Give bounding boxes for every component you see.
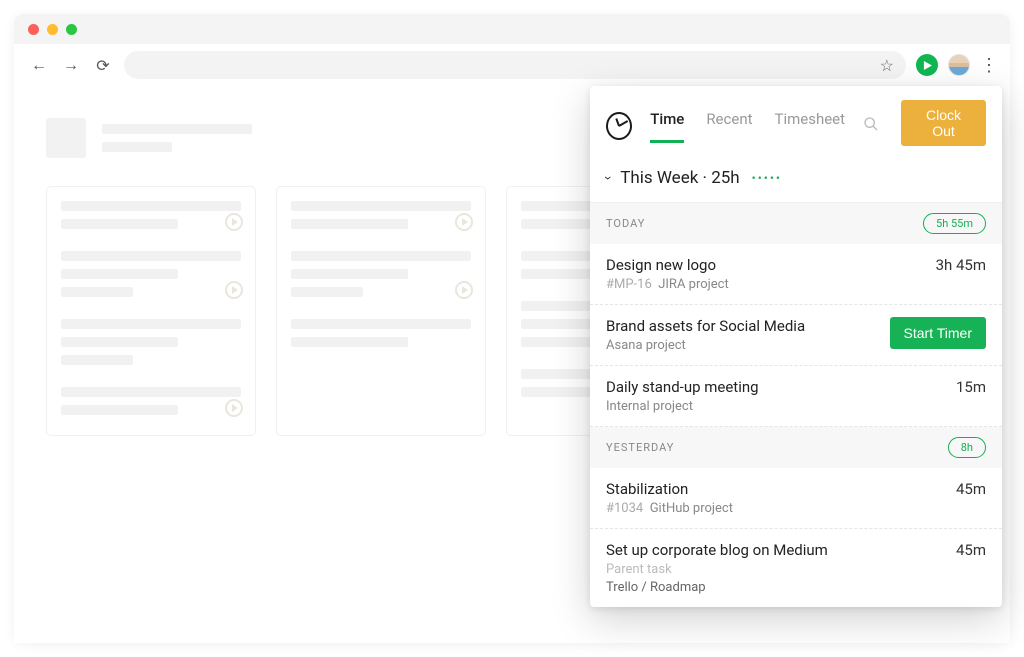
back-icon[interactable]: ← [28, 54, 50, 76]
chevron-down-icon[interactable]: › [600, 176, 616, 180]
entry-title: Stabilization [606, 480, 733, 498]
search-icon[interactable] [863, 116, 879, 136]
reload-icon[interactable]: ⟳ [92, 54, 114, 76]
time-entry[interactable]: Daily stand-up meeting Internal project … [590, 366, 1002, 427]
entry-title: Brand assets for Social Media [606, 317, 805, 335]
extension-play-button[interactable] [916, 54, 938, 76]
window-zoom-dot[interactable] [66, 24, 77, 35]
week-summary-row[interactable]: › This Week · 25h ••••• [590, 152, 1002, 203]
panel-tabs: Time Recent Timesheet [650, 110, 845, 143]
browser-menu-icon[interactable]: ⋮ [980, 55, 996, 76]
time-entry[interactable]: Brand assets for Social Media Asana proj… [590, 305, 1002, 366]
window-close-dot[interactable] [28, 24, 39, 35]
entry-subtitle: Internal project [606, 399, 759, 414]
week-progress-dots: ••••• [752, 171, 782, 185]
yesterday-total-pill: 8h [948, 437, 986, 458]
app-logo-icon [606, 112, 632, 140]
entry-duration: 45m [956, 541, 986, 559]
entry-parent: Parent task [606, 562, 828, 577]
forward-icon[interactable]: → [60, 54, 82, 76]
window-minimize-dot[interactable] [47, 24, 58, 35]
time-entry[interactable]: Stabilization #1034 GitHub project 45m [590, 468, 1002, 529]
entry-subtitle: Asana project [606, 338, 805, 353]
panel-header: Time Recent Timesheet Clock Out [590, 86, 1002, 152]
section-header-yesterday: YESTERDAY 8h [590, 427, 1002, 468]
entry-title: Design new logo [606, 256, 729, 274]
section-header-today: TODAY 5h 55m [590, 203, 1002, 244]
start-timer-button[interactable]: Start Timer [890, 317, 986, 349]
clock-out-button[interactable]: Clock Out [901, 100, 986, 146]
time-tracker-panel: Time Recent Timesheet Clock Out › This W… [590, 86, 1002, 607]
entry-duration: 45m [956, 480, 986, 498]
tab-timesheet[interactable]: Timesheet [775, 110, 846, 143]
address-bar[interactable]: ☆ [124, 51, 906, 79]
entry-duration: 3h 45m [936, 256, 986, 274]
titlebar [14, 14, 1010, 44]
week-label: This Week · 25h [620, 168, 739, 188]
tab-time[interactable]: Time [650, 110, 684, 143]
bookmark-star-icon[interactable]: ☆ [880, 56, 894, 75]
yesterday-header-label: YESTERDAY [606, 441, 674, 454]
profile-avatar[interactable] [948, 54, 970, 76]
entry-title: Daily stand-up meeting [606, 378, 759, 396]
entry-subtitle: Trello / Roadmap [606, 580, 828, 595]
tab-recent[interactable]: Recent [706, 110, 752, 143]
time-entry[interactable]: Set up corporate blog on Medium Parent t… [590, 529, 1002, 607]
time-entry[interactable]: Design new logo #MP-16 JIRA project 3h 4… [590, 244, 1002, 305]
today-total-pill: 5h 55m [923, 213, 986, 234]
entry-duration: 15m [956, 378, 986, 396]
entry-subtitle: #MP-16 JIRA project [606, 277, 729, 292]
entry-subtitle: #1034 GitHub project [606, 501, 733, 516]
today-header-label: TODAY [606, 217, 645, 230]
entry-title: Set up corporate blog on Medium [606, 541, 828, 559]
browser-toolbar: ← → ⟳ ☆ ⋮ [14, 44, 1010, 86]
